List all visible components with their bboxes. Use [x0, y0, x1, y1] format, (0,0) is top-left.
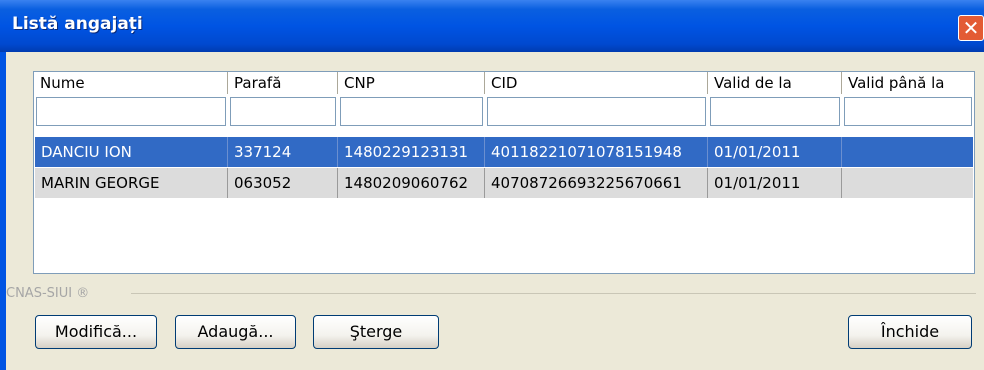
cell-name: DANCIU ION: [35, 137, 228, 167]
cell-cnp: 1480209060762: [338, 168, 485, 198]
filter-stamp-input[interactable]: [230, 97, 336, 126]
modify-button[interactable]: Modifică...: [35, 315, 157, 349]
add-button[interactable]: Adaugă...: [175, 315, 296, 349]
cell-stamp: 337124: [228, 137, 338, 167]
close-window-button[interactable]: ✕: [958, 15, 984, 41]
column-header-cid[interactable]: CID: [485, 72, 708, 94]
filter-cnp-input[interactable]: [340, 97, 483, 126]
close-button[interactable]: Închide: [848, 315, 972, 349]
cell-cid: 40118221071078151948: [485, 137, 708, 167]
brand-label: CNAS-SIUI ®: [6, 286, 96, 301]
filter-name-input[interactable]: [36, 97, 226, 126]
cell-name: MARIN GEORGE: [35, 168, 228, 198]
table-row[interactable]: DANCIU ION 337124 1480229123131 40118221…: [35, 137, 973, 167]
column-header-name[interactable]: Nume: [34, 72, 228, 94]
cell-valid-until: [842, 137, 973, 167]
table-row[interactable]: MARIN GEORGE 063052 1480209060762 407087…: [35, 168, 973, 198]
filter-valid-until-input[interactable]: [844, 97, 972, 126]
column-header-cnp[interactable]: CNP: [338, 72, 485, 94]
window-title: Listă angajați: [12, 14, 143, 34]
column-header-valid-until[interactable]: Valid până la: [842, 72, 974, 94]
cell-valid-until: [842, 168, 973, 198]
filter-valid-from-input[interactable]: [710, 97, 840, 126]
delete-button[interactable]: Şterge: [313, 315, 439, 349]
cell-valid-from: 01/01/2011: [708, 137, 842, 167]
employee-list-window: Listă angajați ✕ Nume Parafă CNP CID Val…: [0, 0, 984, 370]
cell-stamp: 063052: [228, 168, 338, 198]
cell-valid-from: 01/01/2011: [708, 168, 842, 198]
separator-line: [131, 293, 976, 294]
title-bar[interactable]: Listă angajați ✕: [0, 0, 984, 52]
filter-cid-input[interactable]: [487, 97, 706, 126]
cell-cid: 40708726693225670661: [485, 168, 708, 198]
employees-grid[interactable]: Nume Parafă CNP CID Valid de la Valid pâ…: [33, 71, 975, 274]
cell-cnp: 1480229123131: [338, 137, 485, 167]
column-header-valid-from[interactable]: Valid de la: [708, 72, 842, 94]
close-icon: ✕: [962, 16, 980, 40]
column-header-stamp[interactable]: Parafă: [228, 72, 338, 94]
